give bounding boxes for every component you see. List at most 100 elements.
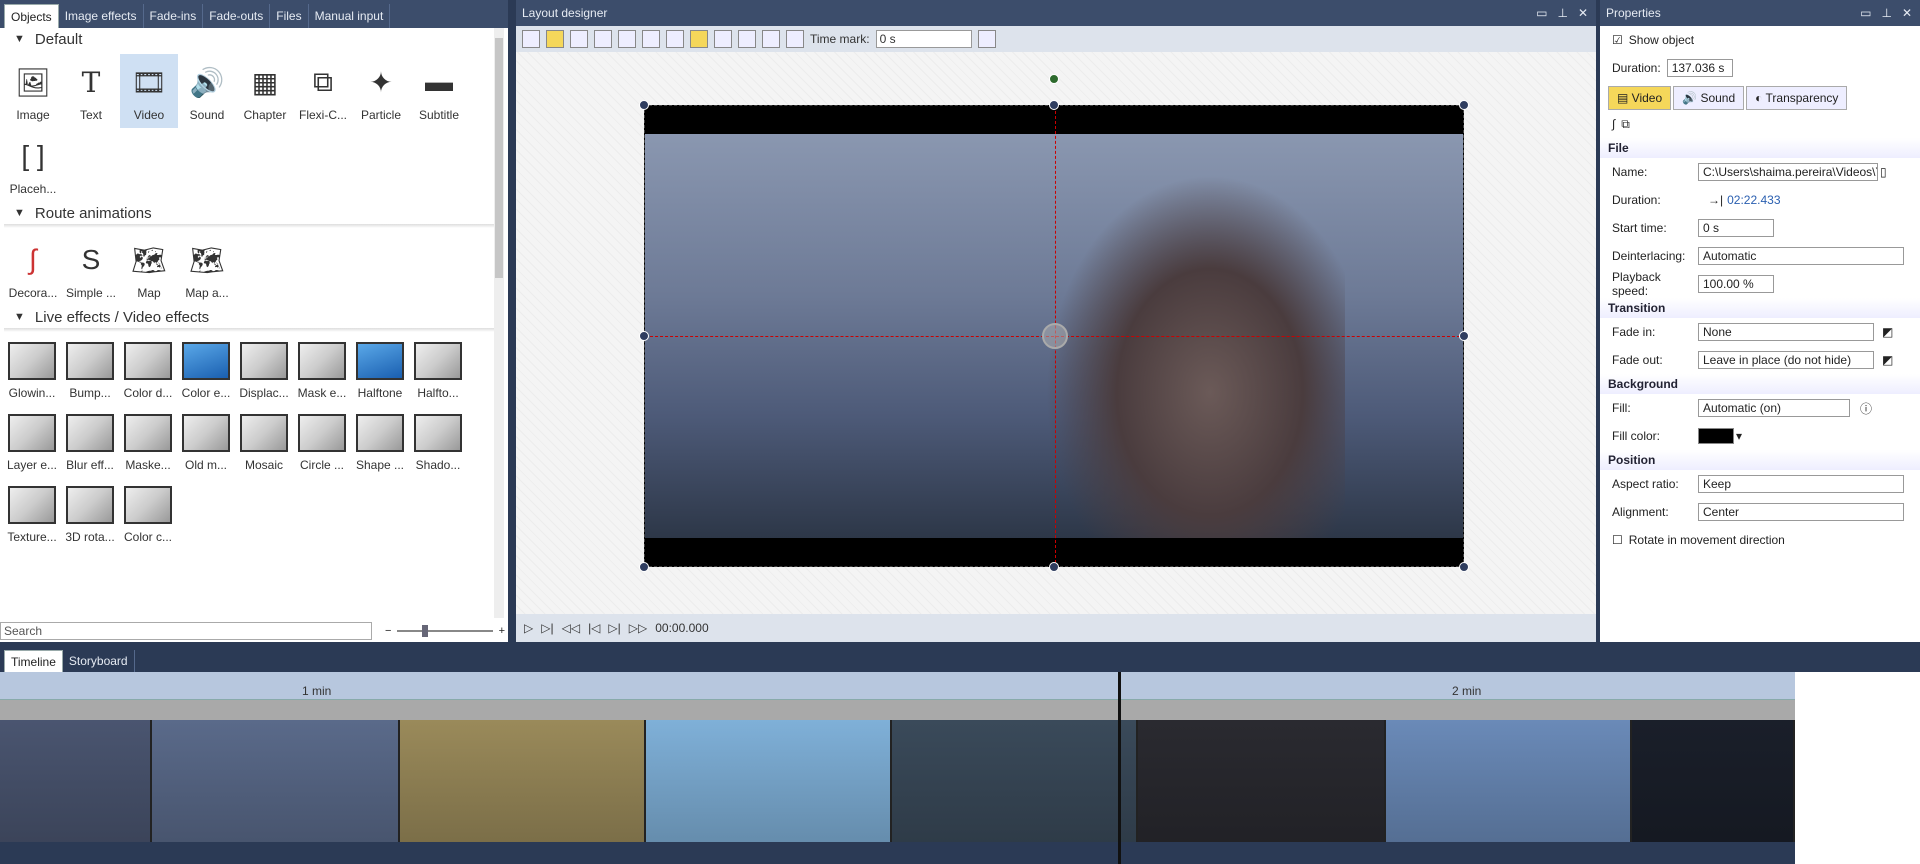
forward-icon[interactable]: ▷▷ (629, 621, 647, 635)
tab-timeline[interactable]: Timeline (4, 650, 63, 672)
canvas-area[interactable] (516, 52, 1596, 614)
tab-image-effects[interactable]: Image effects (59, 4, 144, 28)
tab-manual-input[interactable]: Manual input (309, 4, 391, 28)
zoom-out-icon[interactable]: − (385, 625, 391, 637)
prev-icon[interactable]: |◁ (588, 621, 600, 635)
play-from-icon[interactable]: ▷| (541, 621, 553, 635)
select-tool-icon[interactable] (522, 30, 540, 48)
zoom-in-icon[interactable] (594, 30, 612, 48)
tab-sound[interactable]: 🔊 Sound (1673, 86, 1745, 110)
effect-item[interactable]: 3D rota... (62, 480, 118, 552)
timeline-clip-thumbnail[interactable] (646, 720, 892, 842)
grid-icon[interactable] (666, 30, 684, 48)
browse-icon[interactable]: ▯ (1880, 165, 1887, 179)
timeline-clip-thumbnail[interactable] (1386, 720, 1632, 842)
effect-item[interactable]: Bump... (62, 336, 118, 408)
tab-fade-ins[interactable]: Fade-ins (144, 4, 204, 28)
effect-item[interactable]: Displac... (236, 336, 292, 408)
camera-icon[interactable]: ⧉ (1621, 117, 1630, 132)
alignment-select[interactable]: Center (1698, 503, 1904, 521)
chevron-down-icon[interactable]: ▾ (1736, 429, 1742, 443)
jump-icon[interactable]: →| (1708, 193, 1723, 207)
section-route[interactable]: ▼ Route animations (0, 202, 508, 224)
tab-transparency[interactable]: ◐ Transparency (1746, 86, 1848, 110)
slider-track[interactable] (397, 625, 493, 637)
save-icon[interactable] (977, 30, 996, 48)
effect-item[interactable]: Maske... (120, 408, 176, 480)
restore-icon[interactable]: ▭ (1860, 6, 1871, 20)
section-default[interactable]: ▼ Default (0, 28, 508, 50)
effect-item[interactable]: Halftone (352, 336, 408, 408)
checkbox-icon[interactable]: ☑ (1612, 33, 1623, 47)
layout-options-icon[interactable] (786, 30, 804, 48)
timeline-clip-thumbnail[interactable] (892, 720, 1138, 842)
zoom-fit-icon[interactable] (642, 30, 660, 48)
play-icon[interactable]: ▷ (524, 621, 533, 635)
object-flexi-collage[interactable]: ⧉ Flexi-C... (294, 54, 352, 128)
rewind-icon[interactable]: ◁◁ (562, 621, 580, 635)
effect-item[interactable]: Color d... (120, 336, 176, 408)
deinterlacing-select[interactable]: Automatic (1698, 247, 1904, 265)
timeline-clip-thumbnail[interactable] (0, 720, 152, 842)
section-live-effects[interactable]: ▼ Live effects / Video effects (0, 306, 508, 328)
resize-handle-w[interactable] (639, 331, 649, 341)
pin-icon[interactable]: ⊥ (1557, 6, 1567, 20)
timeline-track-strip[interactable] (0, 700, 1795, 720)
file-duration-value[interactable]: 02:22.433 (1727, 193, 1780, 207)
path-icon[interactable]: ∫ (1612, 117, 1615, 131)
effect-item[interactable]: Mosaic (236, 408, 292, 480)
zoom-out-icon[interactable] (618, 30, 636, 48)
resize-handle-e[interactable] (1459, 331, 1469, 341)
effect-item[interactable]: Circle ... (294, 408, 350, 480)
effect-item[interactable]: Glowin... (4, 336, 60, 408)
close-icon[interactable]: ✕ (1902, 6, 1912, 20)
playback-speed-input[interactable]: 100.00 % (1698, 275, 1774, 293)
timeline-clip-thumbnail[interactable] (1632, 720, 1795, 842)
zoom-in-icon[interactable]: + (499, 625, 505, 637)
remove-keyframe-icon[interactable] (762, 30, 780, 48)
route-decorative[interactable]: ∫ Decora... (4, 232, 62, 306)
rotation-center-handle[interactable] (1042, 323, 1068, 349)
timeline-empty-area[interactable] (1795, 672, 1920, 864)
restore-icon[interactable]: ▭ (1536, 6, 1547, 20)
resize-handle-s[interactable] (1049, 562, 1059, 572)
file-name-input[interactable]: C:\Users\shaima.pereira\Videos\You (1698, 163, 1878, 181)
route-map[interactable]: 🗺 Map (120, 232, 178, 306)
info-icon[interactable]: ⓘ (1860, 400, 1872, 417)
effect-item[interactable]: Color e... (178, 336, 234, 408)
playhead[interactable] (1118, 672, 1121, 864)
rotate-row[interactable]: ☐ Rotate in movement direction (1600, 526, 1920, 554)
effect-item[interactable]: Shape ... (352, 408, 408, 480)
pin-icon[interactable]: ⊥ (1881, 6, 1891, 20)
tab-video[interactable]: ▤ Video (1608, 86, 1672, 110)
duration-input[interactable]: 137.036 s (1666, 59, 1733, 77)
object-text[interactable]: T Text (62, 54, 120, 128)
effect-item[interactable]: Layer e... (4, 408, 60, 480)
effect-item[interactable]: Texture... (4, 480, 60, 552)
resize-handle-se[interactable] (1459, 562, 1469, 572)
snap-tool-icon[interactable] (546, 30, 564, 48)
effect-item[interactable]: Color c... (120, 480, 176, 552)
object-chapter[interactable]: ▦ Chapter (236, 54, 294, 128)
start-time-input[interactable]: 0 s (1698, 219, 1774, 237)
effect-item[interactable]: Mask e... (294, 336, 350, 408)
resize-handle-sw[interactable] (639, 562, 649, 572)
effect-item[interactable]: Old m... (178, 408, 234, 480)
object-sound[interactable]: 🔊 Sound (178, 54, 236, 128)
path-tool-icon[interactable] (690, 30, 708, 48)
scroll-thumb[interactable] (495, 38, 503, 278)
resize-handle-n[interactable] (1049, 100, 1059, 110)
fade-in-select[interactable]: None (1698, 323, 1874, 341)
show-object-row[interactable]: ☑ Show object (1600, 26, 1920, 54)
guides-tool-icon[interactable] (570, 30, 588, 48)
video-object[interactable] (644, 105, 1465, 568)
effect-item[interactable]: Halfto... (410, 336, 466, 408)
object-particle[interactable]: ✦ Particle (352, 54, 410, 128)
tab-files[interactable]: Files (270, 4, 309, 28)
time-mark-input[interactable]: 0 s (875, 30, 972, 48)
timeline-clip-thumbnail[interactable] (400, 720, 646, 842)
add-keyframe-icon[interactable] (738, 30, 756, 48)
aspect-ratio-select[interactable]: Keep (1698, 475, 1904, 493)
slider-thumb[interactable] (422, 625, 429, 637)
fade-in-edit-icon[interactable]: ◩ (1882, 325, 1893, 339)
